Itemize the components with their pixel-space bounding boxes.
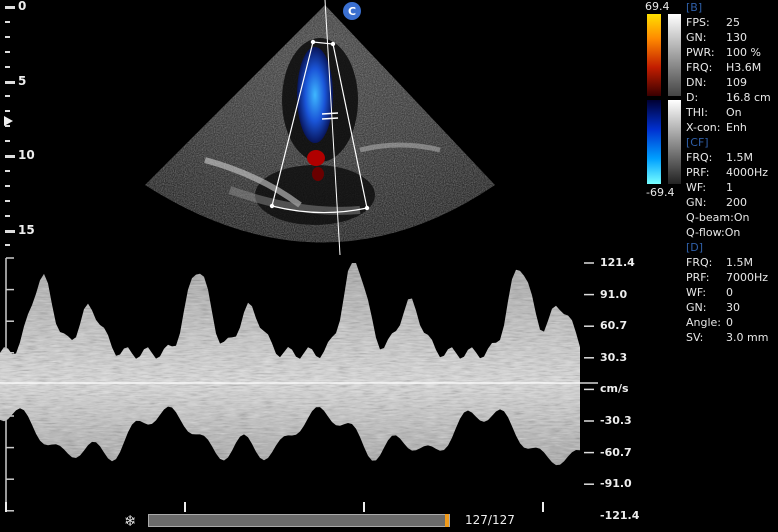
param-key: Q-beam: — [686, 211, 734, 224]
param-value: 0 — [726, 286, 733, 299]
velocity-label: -60.7 — [600, 445, 632, 459]
param-key: DN: — [686, 76, 707, 89]
b-mode-param-row: PWR: 100 % — [686, 45, 778, 60]
param-key: GN: — [686, 31, 707, 44]
probe-orientation-badge: C — [343, 2, 361, 20]
param-key: WF: — [686, 286, 707, 299]
velocity-label: 60.7 — [600, 319, 628, 333]
param-value: H3.6M — [726, 61, 762, 74]
velocity-label: 30.3 — [600, 350, 628, 364]
cine-loop-slider[interactable] — [148, 514, 450, 527]
color-scale-positive-bar — [647, 14, 661, 96]
b-mode-param-row: DN: 109 — [686, 75, 778, 90]
param-key: Angle: — [686, 316, 722, 329]
param-value: 200 — [726, 196, 747, 209]
gray-scale-bar-top — [668, 14, 681, 96]
param-key: PRF: — [686, 271, 710, 284]
param-key: GN: — [686, 301, 707, 314]
doppler-param-row: GN: 30 — [686, 300, 778, 315]
color-flow-params: FRQ: 1.5M PRF: 4000Hz WF: 1 GN: 200 Q-beam: On Q-f… — [686, 150, 778, 240]
cine-slider-handle[interactable] — [445, 514, 449, 527]
color-scale-top-label: 69.4 — [645, 0, 670, 13]
param-key: FPS: — [686, 16, 710, 29]
doppler-header: [D] — [686, 241, 704, 254]
param-key: D: — [686, 91, 699, 104]
color-flow-param-row: PRF: 4000Hz — [686, 165, 778, 180]
param-key: GN: — [686, 196, 707, 209]
param-key: THI: — [686, 106, 708, 119]
velocity-label: cm/s — [600, 382, 629, 396]
param-value: On — [726, 106, 742, 119]
color-flow-param-row: Q-beam: On — [686, 210, 778, 225]
param-value: 0 — [726, 316, 733, 329]
velocity-label: 91.0 — [600, 287, 628, 301]
bmode-sector-image[interactable] — [0, 0, 560, 260]
doppler-params: FRQ: 1.5M PRF: 7000Hz WF: 0 GN: 30 Angle: 0 SV: 3.0… — [686, 255, 778, 345]
doppler-param-row: SV: 3.0 mm — [686, 330, 778, 345]
param-key: PWR: — [686, 46, 715, 59]
b-mode-param-row: FRQ: H3.6M — [686, 60, 778, 75]
param-value: 3.0 mm — [726, 331, 769, 344]
param-key: WF: — [686, 181, 707, 194]
velocity-label: 121.4 — [600, 256, 635, 269]
cine-progress-fill — [149, 515, 449, 526]
param-value: Enh — [726, 121, 747, 134]
param-key: X-con: — [686, 121, 721, 134]
doppler-param-row: PRF: 7000Hz — [686, 270, 778, 285]
frame-counter: 127/127 — [465, 513, 515, 527]
param-value: 25 — [726, 16, 740, 29]
param-value: 4000Hz — [726, 166, 769, 179]
doppler-param-row: WF: 0 — [686, 285, 778, 300]
b-mode-param-row: X-con: Enh — [686, 120, 778, 135]
color-flow-blue — [297, 47, 333, 143]
param-value: 130 — [726, 31, 747, 44]
param-value: 1.5M — [726, 151, 753, 164]
color-scale-negative-bar — [647, 100, 661, 184]
b-mode-param-row: THI: On — [686, 105, 778, 120]
param-value: 30 — [726, 301, 740, 314]
velocity-label: -30.3 — [600, 414, 632, 427]
spectral-doppler-trace[interactable] — [0, 250, 600, 515]
color-flow-param-row: Q-flow: On — [686, 225, 778, 240]
b-mode-param-row: FPS: 25 — [686, 15, 778, 30]
param-value: 7000Hz — [726, 271, 769, 284]
param-key: SV: — [686, 331, 704, 344]
param-value: 1.5M — [726, 256, 753, 269]
b-mode-param-row: D: 16.8 cm — [686, 90, 778, 105]
param-value: 109 — [726, 76, 747, 89]
param-key: Q-flow: — [686, 226, 725, 239]
velocity-label: -121.4 — [600, 508, 640, 522]
doppler-param-row: FRQ: 1.5M — [686, 255, 778, 270]
b-mode-header: [B] — [686, 1, 703, 14]
doppler-param-row: Angle: 0 — [686, 315, 778, 330]
b-mode-params: FPS: 25 GN: 130 PWR: 100 % FRQ: H3.6M DN: 109 D: 16… — [686, 15, 778, 135]
velocity-label: -91.0 — [600, 477, 632, 491]
param-value: 1 — [726, 181, 733, 194]
color-flow-param-row: WF: 1 — [686, 180, 778, 195]
b-mode-param-row: GN: 130 — [686, 30, 778, 45]
color-flow-param-row: FRQ: 1.5M — [686, 150, 778, 165]
gray-scale-bar-bottom — [668, 100, 681, 184]
param-key: PRF: — [686, 166, 710, 179]
color-scale-bottom-label: -69.4 — [646, 186, 675, 199]
color-flow-red — [307, 150, 325, 166]
param-key: FRQ: — [686, 61, 713, 74]
param-value: 16.8 cm — [726, 91, 771, 104]
param-value: On — [733, 211, 750, 224]
param-key: FRQ: — [686, 256, 713, 269]
sample-volume-gate — [321, 112, 339, 115]
freeze-snowflake-icon[interactable]: ❄ — [124, 512, 137, 530]
param-key: FRQ: — [686, 151, 713, 164]
parameter-panel: [B] FPS: 25 GN: 130 PWR: 100 % FRQ: H3.6M DN: 109… — [686, 0, 778, 345]
param-value: On — [724, 226, 741, 239]
param-value: 100 % — [726, 46, 761, 59]
color-flow-param-row: GN: 200 — [686, 195, 778, 210]
velocity-scale-ticks — [584, 262, 594, 485]
color-flow-header: [CF] — [686, 136, 709, 149]
